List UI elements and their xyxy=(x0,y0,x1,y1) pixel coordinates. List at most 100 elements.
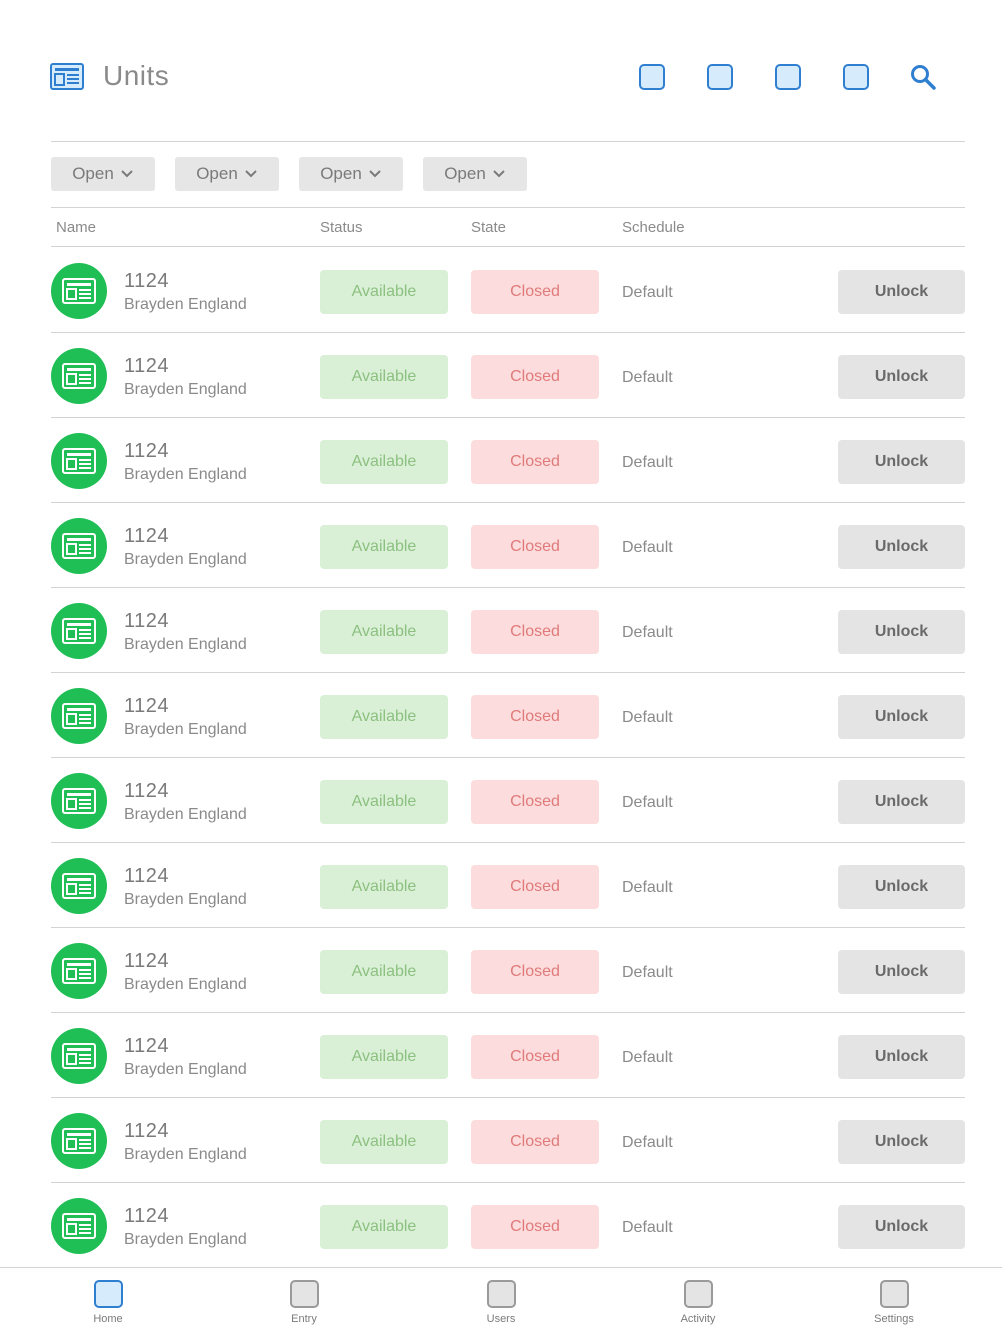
schedule-value: Default xyxy=(622,539,673,556)
unlock-button[interactable]: Unlock xyxy=(838,695,965,739)
home-icon xyxy=(93,1280,123,1308)
unit-number: 1124 xyxy=(124,1120,170,1142)
filter-dropdown-3[interactable]: Open xyxy=(299,157,403,191)
status-badge: Available xyxy=(320,1120,448,1164)
filter-label: Open xyxy=(72,164,114,183)
unlock-button[interactable]: Unlock xyxy=(838,1205,965,1249)
unlock-button[interactable]: Unlock xyxy=(838,1120,965,1164)
schedule-value: Default xyxy=(622,709,673,726)
table-row[interactable]: 1124 Brayden England Available Closed Defaul… xyxy=(0,758,1002,843)
unit-owner: Brayden England xyxy=(124,891,247,908)
chevron-down-icon xyxy=(493,170,505,178)
unit-number: 1124 xyxy=(124,1035,170,1057)
unlock-button[interactable]: Unlock xyxy=(838,440,965,484)
units-table: 1124 Brayden England Available Closed Defaul… xyxy=(0,248,1002,1268)
filter-dropdown-1[interactable]: Open xyxy=(51,157,155,191)
column-header-status: Status xyxy=(320,219,363,236)
unit-number: 1124 xyxy=(124,695,170,717)
unit-number: 1124 xyxy=(124,950,170,972)
unit-number: 1124 xyxy=(124,1205,170,1227)
action-icon-3[interactable] xyxy=(775,64,801,90)
unit-owner: Brayden England xyxy=(124,381,247,398)
nav-item-activity[interactable]: Activity xyxy=(658,1280,738,1325)
table-row[interactable]: 1124 Brayden England Available Closed Defaul… xyxy=(0,1013,1002,1098)
unit-icon xyxy=(62,958,96,984)
schedule-value: Default xyxy=(622,369,673,386)
state-badge: Closed xyxy=(471,1205,599,1249)
table-row[interactable]: 1124 Brayden England Available Closed Defaul… xyxy=(0,248,1002,333)
unit-owner: Brayden England xyxy=(124,551,247,568)
schedule-value: Default xyxy=(622,284,673,301)
nav-item-users[interactable]: Users xyxy=(461,1280,541,1325)
unit-owner: Brayden England xyxy=(124,806,247,823)
table-row[interactable]: 1124 Brayden England Available Closed Defaul… xyxy=(0,418,1002,503)
filter-dropdown-4[interactable]: Open xyxy=(423,157,527,191)
bottom-nav: Home Entry Users Activity Settings xyxy=(0,1267,1002,1336)
chevron-down-icon xyxy=(369,170,381,178)
unlock-button[interactable]: Unlock xyxy=(838,270,965,314)
unlock-button[interactable]: Unlock xyxy=(838,610,965,654)
nav-label: Home xyxy=(93,1313,123,1325)
status-badge: Available xyxy=(320,695,448,739)
schedule-value: Default xyxy=(622,624,673,641)
schedule-value: Default xyxy=(622,454,673,471)
unit-number: 1124 xyxy=(124,865,170,887)
nav-label: Entry xyxy=(291,1313,317,1325)
action-icon-1[interactable] xyxy=(639,64,665,90)
unlock-button[interactable]: Unlock xyxy=(838,950,965,994)
unit-owner: Brayden England xyxy=(124,296,247,313)
nav-item-entry[interactable]: Entry xyxy=(264,1280,344,1325)
unlock-button[interactable]: Unlock xyxy=(838,1035,965,1079)
unit-owner: Brayden England xyxy=(124,721,247,738)
table-row[interactable]: 1124 Brayden England Available Closed Defaul… xyxy=(0,333,1002,418)
header-divider xyxy=(51,141,965,142)
action-icon-2[interactable] xyxy=(707,64,733,90)
schedule-value: Default xyxy=(622,879,673,896)
state-badge: Closed xyxy=(471,780,599,824)
unit-owner: Brayden England xyxy=(124,466,247,483)
filter-label: Open xyxy=(320,164,362,183)
chevron-down-icon xyxy=(121,170,133,178)
table-row[interactable]: 1124 Brayden England Available Closed Defaul… xyxy=(0,1098,1002,1183)
nav-item-settings[interactable]: Settings xyxy=(854,1280,934,1325)
search-icon[interactable] xyxy=(909,63,937,91)
nav-item-home[interactable]: Home xyxy=(68,1280,148,1325)
schedule-value: Default xyxy=(622,794,673,811)
action-icon-4[interactable] xyxy=(843,64,869,90)
table-row[interactable]: 1124 Brayden England Available Closed Defaul… xyxy=(0,588,1002,673)
unlock-button[interactable]: Unlock xyxy=(838,865,965,909)
column-header-state: State xyxy=(471,219,507,236)
table-row[interactable]: 1124 Brayden England Available Closed Defaul… xyxy=(0,503,1002,588)
status-badge: Available xyxy=(320,780,448,824)
unlock-button[interactable]: Unlock xyxy=(838,525,965,569)
unit-number: 1124 xyxy=(124,355,170,377)
unit-icon xyxy=(62,703,96,729)
unit-number: 1124 xyxy=(124,440,170,462)
unit-icon xyxy=(62,618,96,644)
table-row[interactable]: 1124 Brayden England Available Closed Defaul… xyxy=(0,928,1002,1013)
unit-owner: Brayden England xyxy=(124,1146,247,1163)
unlock-button[interactable]: Unlock xyxy=(838,355,965,399)
schedule-value: Default xyxy=(622,964,673,981)
unit-icon xyxy=(62,873,96,899)
state-badge: Closed xyxy=(471,1120,599,1164)
nav-label: Settings xyxy=(874,1313,914,1325)
status-badge: Available xyxy=(320,1035,448,1079)
column-header-schedule: Schedule xyxy=(622,219,685,236)
table-row[interactable]: 1124 Brayden England Available Closed Defaul… xyxy=(0,673,1002,758)
chevron-down-icon xyxy=(245,170,257,178)
unit-icon xyxy=(62,448,96,474)
unit-avatar xyxy=(51,1028,107,1084)
status-badge: Available xyxy=(320,1205,448,1249)
unit-avatar xyxy=(51,603,107,659)
unit-owner: Brayden England xyxy=(124,636,247,653)
nav-label: Activity xyxy=(680,1313,716,1325)
unit-icon xyxy=(62,1128,96,1154)
unlock-button[interactable]: Unlock xyxy=(838,780,965,824)
table-row[interactable]: 1124 Brayden England Available Closed Defaul… xyxy=(0,843,1002,928)
unit-avatar xyxy=(51,688,107,744)
unit-icon xyxy=(62,278,96,304)
table-row[interactable]: 1124 Brayden England Available Closed Defaul… xyxy=(0,1183,1002,1268)
filter-dropdown-2[interactable]: Open xyxy=(175,157,279,191)
column-header-name: Name xyxy=(56,219,97,236)
